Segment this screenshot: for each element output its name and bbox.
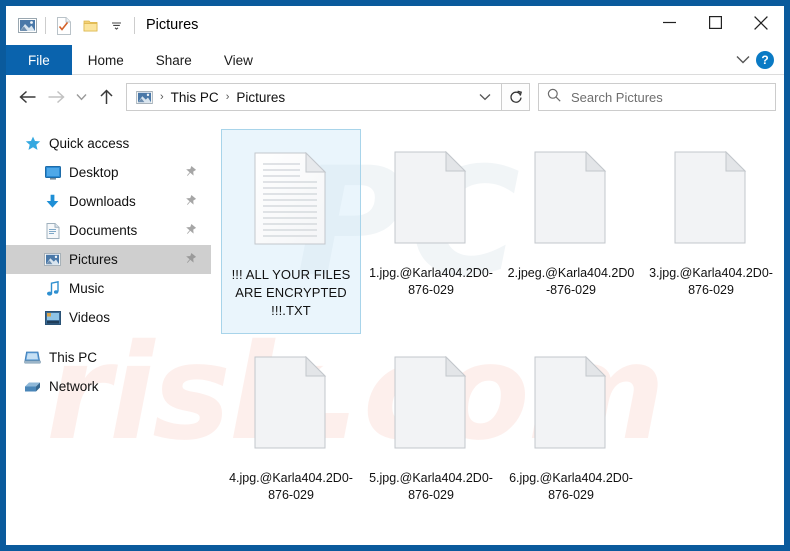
- file-item[interactable]: 5.jpg.@Karla404.2D0-876-029: [361, 334, 501, 539]
- sidebar-item-network[interactable]: Network: [6, 372, 211, 401]
- tab-share[interactable]: Share: [140, 45, 208, 75]
- title-bar: Pictures: [6, 6, 784, 45]
- generic-file-icon: [244, 344, 338, 462]
- generic-file-icon: [384, 139, 478, 257]
- address-bar[interactable]: › This PC › Pictures: [126, 83, 502, 111]
- sidebar-item-label: This PC: [49, 350, 98, 365]
- pictures-folder-icon: [14, 13, 40, 39]
- file-name-label: 4.jpg.@Karla404.2D0-876-029: [229, 471, 353, 502]
- text-file-icon: [244, 140, 338, 258]
- breadcrumb-item-this-pc[interactable]: This PC: [168, 90, 222, 105]
- file-name-label: 2.jpeg.@Karla404.2D0-876-029: [507, 266, 635, 297]
- file-name-label: 5.jpg.@Karla404.2D0-876-029: [369, 471, 493, 502]
- window-controls: [646, 6, 784, 45]
- breadcrumb-separator-icon[interactable]: ›: [158, 91, 166, 103]
- generic-file-icon: [524, 139, 618, 257]
- up-button[interactable]: [92, 82, 120, 112]
- file-item[interactable]: 1.jpg.@Karla404.2D0-876-029: [361, 129, 501, 334]
- star-icon: [24, 135, 41, 152]
- sidebar-item-label: Quick access: [49, 136, 130, 151]
- tab-home[interactable]: Home: [72, 45, 140, 75]
- search-placeholder: Search Pictures: [571, 89, 663, 105]
- file-name-label: 6.jpg.@Karla404.2D0-876-029: [509, 471, 633, 502]
- file-item[interactable]: 2.jpeg.@Karla404.2D0-876-029: [501, 129, 641, 334]
- ribbon-tab-bar: File Home Share View ?: [6, 45, 784, 75]
- pin-icon[interactable]: [181, 164, 198, 182]
- close-button[interactable]: [738, 6, 784, 39]
- quick-access-toolbar: Pictures: [6, 6, 198, 45]
- sidebar-item-quick-access[interactable]: Quick access: [6, 129, 211, 158]
- documents-icon: [44, 222, 61, 239]
- file-name-label: !!! ALL YOUR FILES ARE ENCRYPTED !!!.TXT: [231, 267, 351, 318]
- sidebar-item-label: Documents: [69, 223, 138, 238]
- sidebar-item-videos[interactable]: Videos: [6, 303, 211, 332]
- music-icon: [44, 280, 61, 297]
- help-icon[interactable]: ?: [756, 50, 774, 69]
- qat-divider-2: [134, 17, 135, 34]
- sidebar-item-documents[interactable]: Documents: [6, 216, 211, 245]
- this-pc-icon: [24, 349, 41, 366]
- sidebar-item-label: Videos: [69, 310, 111, 325]
- sidebar-item-label: Music: [69, 281, 105, 296]
- file-item[interactable]: 3.jpg.@Karla404.2D0-876-029: [641, 129, 781, 334]
- breadcrumb-item-pictures[interactable]: Pictures: [233, 90, 288, 105]
- sidebar-item-label: Network: [49, 379, 99, 394]
- refresh-button[interactable]: [502, 83, 530, 111]
- generic-file-icon: [524, 344, 618, 462]
- file-item[interactable]: 6.jpg.@Karla404.2D0-876-029: [501, 334, 641, 539]
- folder-properties-icon[interactable]: [51, 13, 77, 39]
- back-button[interactable]: [14, 82, 42, 112]
- pin-icon[interactable]: [181, 251, 198, 269]
- pin-icon[interactable]: [181, 222, 198, 240]
- ribbon-right-controls: ?: [736, 45, 784, 74]
- sidebar-item-label: Pictures: [69, 252, 118, 267]
- downloads-icon: [44, 193, 61, 210]
- sidebar-item-downloads[interactable]: Downloads: [6, 187, 211, 216]
- address-dropdown-icon[interactable]: [473, 90, 497, 104]
- breadcrumb-separator-icon[interactable]: ›: [224, 91, 232, 103]
- sidebar-item-this-pc[interactable]: This PC: [6, 343, 211, 372]
- file-name-label: 1.jpg.@Karla404.2D0-876-029: [369, 266, 493, 297]
- breadcrumb: › This PC › Pictures: [133, 90, 473, 105]
- generic-file-icon: [664, 139, 758, 257]
- navigation-pane: Quick access Desktop Downloads Documents…: [6, 119, 211, 545]
- file-name-label: 3.jpg.@Karla404.2D0-876-029: [649, 266, 773, 297]
- forward-button[interactable]: [42, 82, 70, 112]
- qat-divider-1: [45, 17, 46, 34]
- sidebar-item-music[interactable]: Music: [6, 274, 211, 303]
- explorer-body: Quick access Desktop Downloads Documents…: [6, 119, 784, 545]
- sidebar-item-label: Downloads: [69, 194, 136, 209]
- customize-quick-access-icon[interactable]: [103, 13, 129, 39]
- generic-file-icon: [384, 344, 478, 462]
- window-title: Pictures: [146, 17, 199, 34]
- sidebar-item-pictures[interactable]: Pictures: [6, 245, 211, 274]
- expand-ribbon-icon[interactable]: [736, 51, 750, 69]
- recent-locations-button[interactable]: [70, 82, 92, 112]
- new-folder-icon[interactable]: [77, 13, 103, 39]
- maximize-button[interactable]: [692, 6, 738, 39]
- pictures-icon: [44, 251, 61, 268]
- tab-file[interactable]: File: [6, 45, 72, 75]
- file-item[interactable]: !!! ALL YOUR FILES ARE ENCRYPTED !!!.TXT: [221, 129, 361, 334]
- desktop-icon: [44, 164, 61, 181]
- search-icon: [547, 88, 561, 107]
- pin-icon[interactable]: [181, 193, 198, 211]
- file-item[interactable]: 4.jpg.@Karla404.2D0-876-029: [221, 334, 361, 539]
- explorer-window: PC risk.com: [0, 0, 790, 551]
- sidebar-item-desktop[interactable]: Desktop: [6, 158, 211, 187]
- minimize-button[interactable]: [646, 6, 692, 39]
- tab-view[interactable]: View: [208, 45, 269, 75]
- videos-icon: [44, 309, 61, 326]
- search-input[interactable]: Search Pictures: [538, 83, 776, 111]
- breadcrumb-root-icon[interactable]: [133, 90, 156, 104]
- network-icon: [24, 378, 41, 395]
- sidebar-item-label: Desktop: [69, 165, 119, 180]
- file-list-pane[interactable]: !!! ALL YOUR FILES ARE ENCRYPTED !!!.TXT…: [211, 119, 784, 545]
- file-grid: !!! ALL YOUR FILES ARE ENCRYPTED !!!.TXT…: [221, 129, 784, 539]
- address-toolbar: › This PC › Pictures Search Pictures: [6, 75, 784, 119]
- window-frame: PC risk.com: [6, 6, 784, 545]
